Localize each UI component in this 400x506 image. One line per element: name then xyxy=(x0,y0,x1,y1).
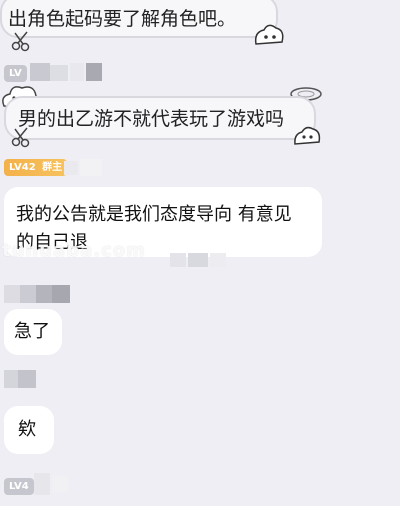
level-badge: LV xyxy=(4,65,27,82)
message-text: 欸 xyxy=(18,419,36,440)
level-text: LV42 xyxy=(9,162,36,173)
scissors-icon xyxy=(11,31,30,52)
message-bubble[interactable]: 急了 xyxy=(4,309,62,355)
message-text: 出角色起码要了解角色吧。 xyxy=(8,8,237,30)
role-text: 群主 xyxy=(42,162,63,173)
blurred-username xyxy=(34,473,70,495)
level-badge: LV4 xyxy=(4,478,34,495)
message-bubble[interactable]: 欸 xyxy=(4,406,54,454)
message-text: 急了 xyxy=(14,321,50,342)
decorative-sticker-icon xyxy=(294,126,321,145)
decorative-sticker-icon xyxy=(254,24,284,45)
blurred-strip xyxy=(170,253,230,267)
watermark: tunuaba.com xyxy=(2,240,146,261)
blurred-username xyxy=(64,159,104,176)
blurred-username xyxy=(4,285,70,303)
message-bubble-decorated[interactable]: 男的出乙游不就代表玩了游戏吗 xyxy=(4,96,316,140)
blurred-username xyxy=(4,370,36,388)
message-text: 男的出乙游不就代表玩了游戏吗 xyxy=(18,108,285,130)
message-bubble-decorated[interactable]: 出角色起码要了解角色吧。 xyxy=(0,0,278,38)
scissors-icon xyxy=(11,127,30,148)
blurred-username xyxy=(30,63,102,81)
owner-level-badge: LV42 群主 xyxy=(4,159,68,176)
